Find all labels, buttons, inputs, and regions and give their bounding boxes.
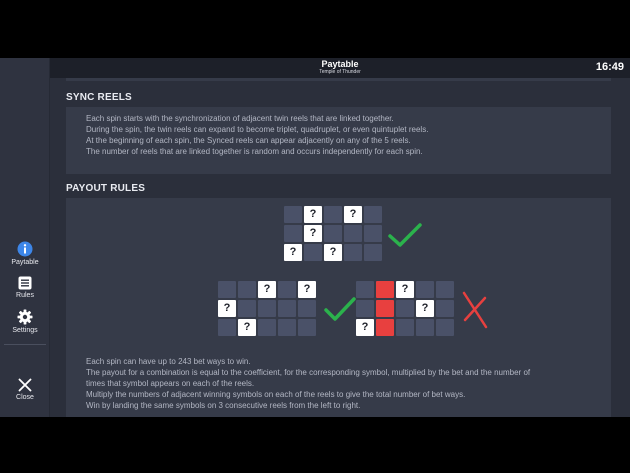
reel-cell <box>298 319 316 336</box>
sidebar-item-label: Paytable <box>11 259 39 266</box>
reel-cell <box>278 319 296 336</box>
symbol-cell: ? <box>284 244 302 261</box>
reel-cell <box>298 300 316 317</box>
sidebar-item-settings[interactable]: Settings <box>0 309 50 334</box>
reel-cell <box>364 225 382 242</box>
valid-check-icon <box>324 297 356 321</box>
symbol-cell: ? <box>356 319 374 336</box>
reel-cell <box>364 244 382 261</box>
reel-cell <box>278 300 296 317</box>
invalid-cross-icon <box>462 291 488 329</box>
reel-cell <box>304 244 322 261</box>
symbol-cell: ? <box>396 281 414 298</box>
game-name: Temple of Thunder <box>319 69 361 75</box>
clock: 16:49 <box>595 61 624 73</box>
sidebar-item-label: Settings <box>12 327 38 334</box>
sidebar: Paytable Rules Settings Close <box>0 58 50 417</box>
symbol-cell: ? <box>298 281 316 298</box>
reel-cell <box>324 225 342 242</box>
game-screen: Paytable Rules Settings Close Paytable T… <box>0 58 630 417</box>
reel-cell <box>218 319 236 336</box>
payout-rules-text: Each spin can have up to 243 bet ways to… <box>86 356 530 411</box>
reel-cell <box>238 300 256 317</box>
symbol-cell: ? <box>324 244 342 261</box>
text-line: Each spin starts with the synchronizatio… <box>86 114 394 123</box>
close-button[interactable]: Close <box>0 378 50 401</box>
reel-grid-example-invalid: ? ? ? <box>356 281 454 336</box>
reel-cell <box>396 300 414 317</box>
reel-cell <box>416 319 434 336</box>
text-line: At the beginning of each spin, the Synce… <box>86 136 411 145</box>
reel-cell <box>278 281 296 298</box>
symbol-cell: ? <box>344 206 362 223</box>
reel-cell <box>284 206 302 223</box>
reel-cell <box>344 244 362 261</box>
page-title: Paytable <box>321 59 359 69</box>
info-icon <box>17 241 33 257</box>
sidebar-item-rules[interactable]: Rules <box>0 276 50 299</box>
previous-panel-edge <box>66 78 611 81</box>
sidebar-divider <box>4 344 46 345</box>
synced-reel-cell <box>376 319 394 336</box>
reel-grid-example-valid-1: ? ? ? ? ? <box>284 206 382 261</box>
text-line: Each spin can have up to 243 bet ways to… <box>86 357 251 366</box>
close-icon <box>18 378 32 392</box>
reel-cell <box>416 281 434 298</box>
reel-cell <box>436 300 454 317</box>
symbol-cell: ? <box>218 300 236 317</box>
symbol-cell: ? <box>238 319 256 336</box>
synced-reel-cell <box>376 281 394 298</box>
symbol-cell: ? <box>416 300 434 317</box>
sync-reels-panel: Each spin starts with the synchronizatio… <box>66 107 611 174</box>
reel-cell <box>436 281 454 298</box>
symbol-cell: ? <box>304 225 322 242</box>
reel-cell <box>396 319 414 336</box>
text-line: Win by landing the same symbols on 3 con… <box>86 401 361 410</box>
symbol-cell: ? <box>258 281 276 298</box>
text-line: The number of reels that are linked toge… <box>86 147 423 156</box>
reel-cell <box>258 300 276 317</box>
reel-cell <box>356 281 374 298</box>
rules-list-icon <box>18 276 32 290</box>
text-line: times that symbol appears on each of the… <box>86 379 255 388</box>
reel-cell <box>356 300 374 317</box>
reel-cell <box>218 281 236 298</box>
sidebar-item-label: Rules <box>16 292 34 299</box>
reel-cell <box>284 225 302 242</box>
reel-cell <box>344 225 362 242</box>
reel-cell <box>364 206 382 223</box>
text-line: During the spin, the twin reels can expa… <box>86 125 429 134</box>
sync-reels-text: Each spin starts with the synchronizatio… <box>86 113 428 157</box>
sync-reels-title: SYNC REELS <box>66 92 132 103</box>
paytable-content[interactable]: SYNC REELS Each spin starts with the syn… <box>50 78 630 417</box>
reel-cell <box>258 319 276 336</box>
text-line: The payout for a combination is equal to… <box>86 368 531 377</box>
payout-rules-panel: ? ? ? ? ? ? ? ? ? ? ? ? Each spin can ha… <box>66 198 611 417</box>
symbol-cell: ? <box>304 206 322 223</box>
header-bar: Paytable Temple of Thunder 16:49 <box>50 58 630 78</box>
sidebar-item-paytable[interactable]: Paytable <box>0 241 50 266</box>
reel-cell <box>238 281 256 298</box>
payout-rules-title: PAYOUT RULES <box>66 183 146 194</box>
reel-cell <box>324 206 342 223</box>
reel-grid-example-valid-2: ? ? ? ? <box>218 281 316 336</box>
valid-check-icon <box>388 223 422 247</box>
reel-cell <box>436 319 454 336</box>
text-line: Multiply the numbers of adjacent winning… <box>86 390 466 399</box>
close-label: Close <box>16 394 34 401</box>
synced-reel-cell <box>376 300 394 317</box>
gear-icon <box>17 309 33 325</box>
